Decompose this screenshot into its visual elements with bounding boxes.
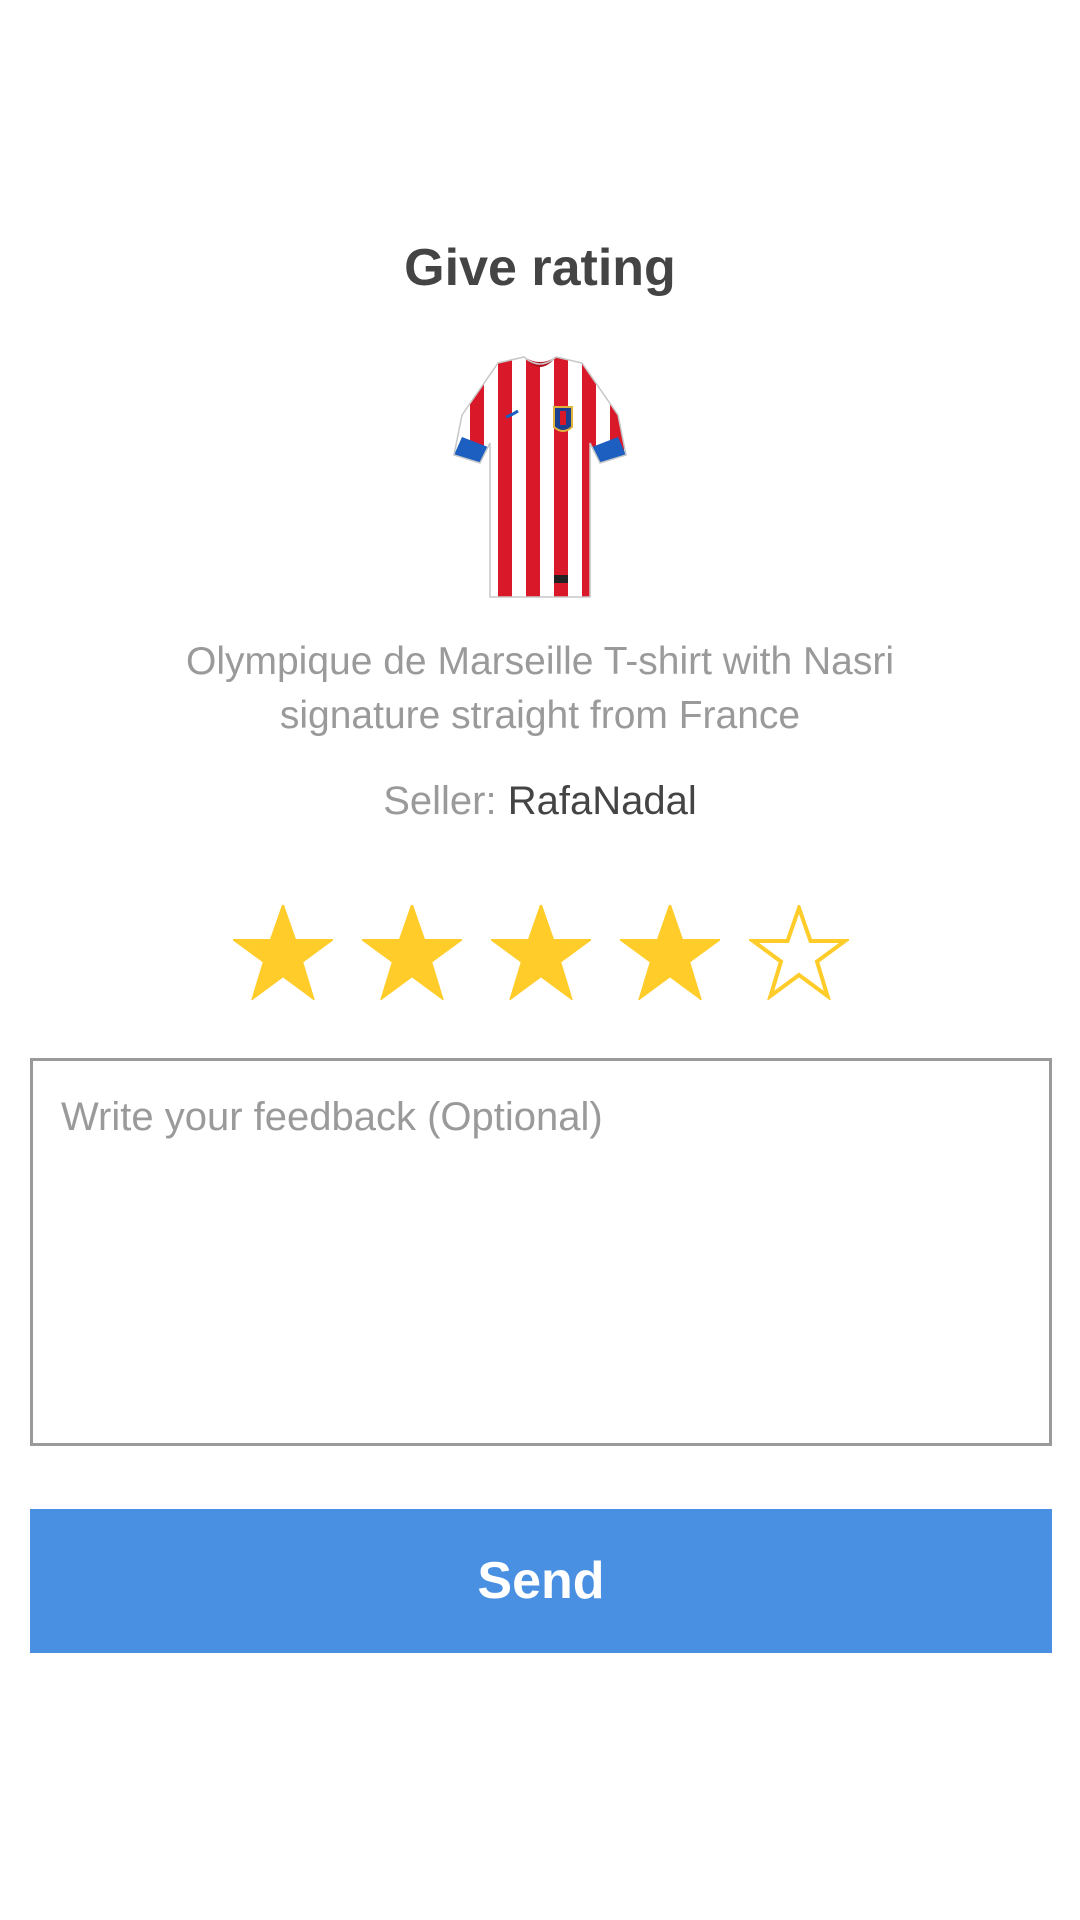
star-icon-1[interactable] [233,905,333,1000]
send-button[interactable]: Send [30,1509,1052,1653]
seller-name[interactable]: RafaNadal [508,779,697,823]
product-description: Olympique de Marseille T-shirt with Nasr… [186,640,894,737]
page-title: Give rating [404,239,676,297]
feedback-input[interactable] [30,1058,1052,1446]
star-icon-3[interactable] [491,905,591,1000]
seller-label: Seller: [383,779,497,823]
seller-info: Seller: RafaNadal [0,773,1080,829]
star-icon-5[interactable] [749,905,849,1000]
star-rating [233,905,849,1000]
product-image [453,356,627,598]
star-icon-2[interactable] [362,905,462,1000]
star-icon-4[interactable] [620,905,720,1000]
